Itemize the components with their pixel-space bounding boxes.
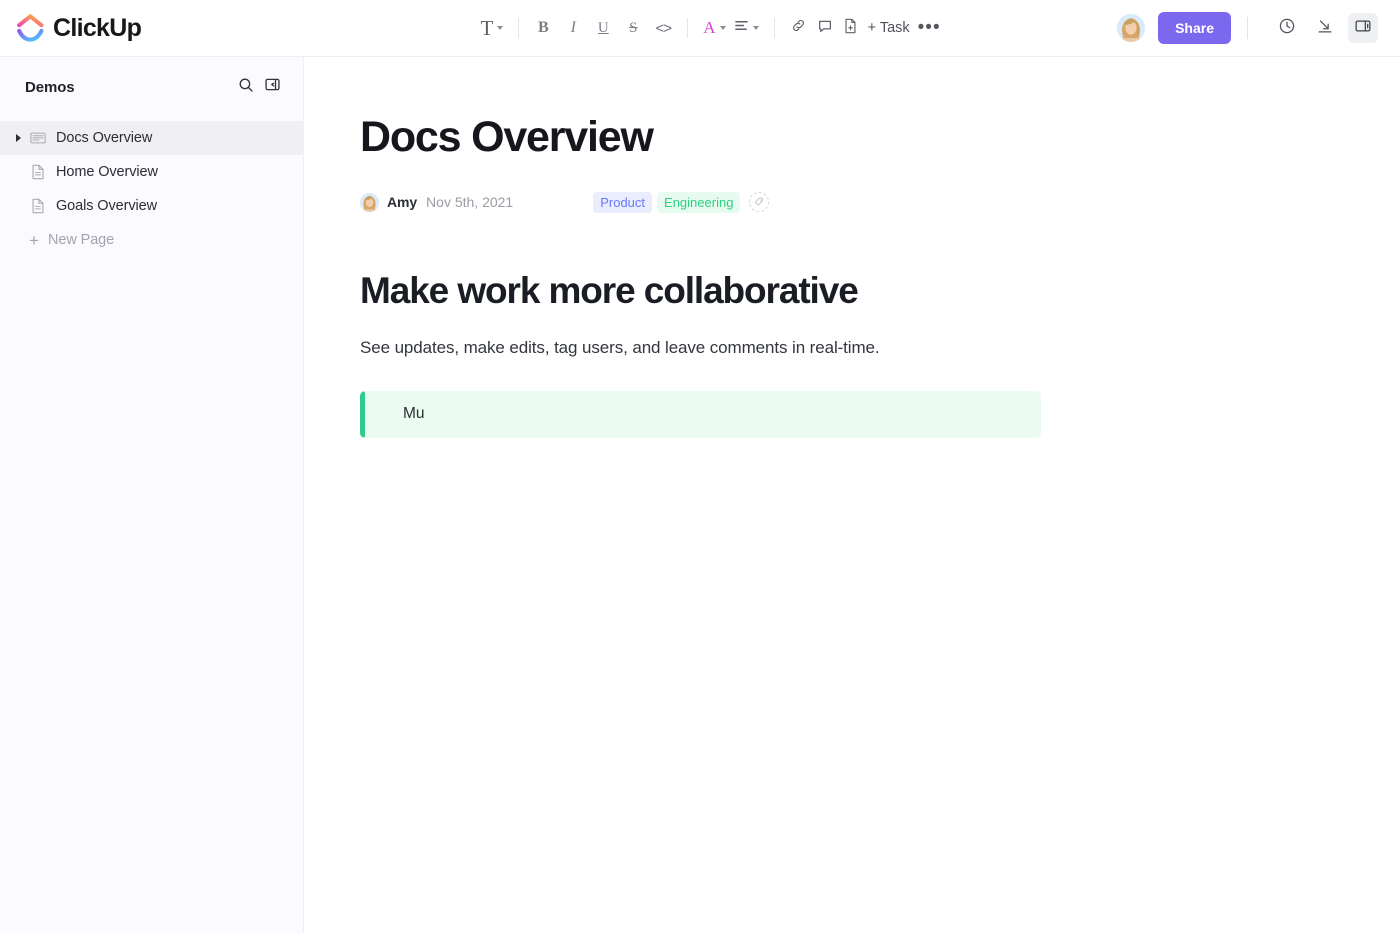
arrow-to-line-icon — [1316, 17, 1334, 40]
comment-icon — [817, 18, 833, 39]
right-panel-icon — [1354, 17, 1372, 40]
author-name[interactable]: Amy — [387, 194, 417, 210]
sidebar-page-list: Docs Overview Home Overview Goals Overvi… — [0, 121, 303, 257]
sidebar-item-label: Goals Overview — [56, 198, 157, 214]
code-button[interactable]: <> — [650, 13, 676, 43]
history-button[interactable] — [1272, 13, 1302, 43]
body-paragraph[interactable]: See updates, make edits, tag users, and … — [360, 338, 1400, 358]
page-title[interactable]: Docs Overview — [360, 113, 1400, 161]
text-style-icon: T — [480, 15, 494, 40]
italic-icon: I — [570, 19, 576, 36]
callout-accent-bar — [360, 390, 365, 438]
sidebar-item-docs-overview[interactable]: Docs Overview — [0, 121, 303, 155]
plus-icon: + — [29, 230, 39, 250]
sidebar-item-label: Home Overview — [56, 164, 158, 180]
tag-product[interactable]: Product — [593, 191, 653, 213]
align-button[interactable] — [730, 13, 763, 43]
underline-button[interactable]: U — [590, 13, 616, 43]
toggle-right-panel-button[interactable] — [1348, 13, 1378, 43]
sidebar-search-button[interactable] — [233, 74, 259, 100]
document-content: Docs Overview Amy Nov 5th, 2021 Product … — [304, 57, 1400, 438]
chevron-down-icon — [497, 26, 504, 30]
collapse-panel-icon — [264, 76, 281, 98]
toolbar-divider — [1247, 17, 1248, 39]
search-icon — [238, 77, 254, 98]
tag-engineering[interactable]: Engineering — [657, 191, 741, 213]
comment-button[interactable] — [812, 13, 838, 43]
more-options-button[interactable]: ••• — [914, 13, 945, 43]
doc-lines-icon — [26, 131, 50, 145]
font-color-button[interactable]: A — [699, 13, 729, 43]
document-meta: Amy Nov 5th, 2021 Product Engineering — [360, 190, 1400, 214]
callout-block[interactable]: Mu — [360, 390, 1041, 438]
text-format-group: B I U S <> — [530, 13, 676, 43]
font-color-icon: A — [703, 18, 716, 37]
chevron-down-icon — [719, 26, 726, 30]
sidebar-new-page-button[interactable]: + New Page — [0, 223, 303, 257]
toolbar-divider — [773, 18, 775, 38]
page-add-icon — [843, 18, 858, 39]
section-heading[interactable]: Make work more collaborative — [360, 270, 1400, 313]
bold-icon: B — [537, 19, 549, 36]
document-area: Docs Overview Amy Nov 5th, 2021 Product … — [304, 57, 1400, 933]
avatar[interactable] — [1117, 14, 1146, 42]
top-right-cluster: Share — [1117, 0, 1400, 56]
page-icon — [26, 198, 50, 214]
strikethrough-icon: S — [629, 19, 638, 36]
sidebar-title: Demos — [25, 78, 75, 96]
insert-link-button[interactable] — [786, 13, 812, 43]
sidebar-item-goals-overview[interactable]: Goals Overview — [0, 189, 303, 223]
sidebar-header: Demos — [0, 57, 303, 117]
add-task-button[interactable]: + Task — [864, 13, 914, 43]
brand-logo[interactable]: ClickUp — [0, 0, 304, 56]
document-date: Nov 5th, 2021 — [426, 194, 514, 211]
author-avatar[interactable] — [360, 192, 379, 212]
top-bar: ClickUp T B I U S <> A + Task ••• Share — [0, 0, 1400, 57]
sidebar: Demos Docs Overview Home Overview Goals … — [0, 57, 304, 933]
toolbar-divider — [518, 18, 520, 38]
strikethrough-button[interactable]: S — [620, 13, 646, 43]
chevron-down-icon — [752, 26, 759, 30]
underline-icon: U — [597, 19, 609, 36]
clock-icon — [1278, 17, 1296, 40]
code-icon: <> — [655, 19, 673, 37]
toolbar-divider — [687, 18, 689, 38]
collapse-button[interactable] — [1310, 13, 1340, 43]
sidebar-item-label: Docs Overview — [56, 130, 153, 146]
sidebar-collapse-button[interactable] — [259, 74, 285, 100]
italic-button[interactable]: I — [560, 13, 586, 43]
page-icon — [26, 164, 50, 180]
add-task-label: + Task — [867, 20, 910, 36]
link-icon — [790, 17, 807, 39]
text-style-button[interactable]: T — [476, 13, 507, 43]
bold-button[interactable]: B — [530, 13, 556, 43]
brand-name: ClickUp — [53, 13, 142, 42]
sidebar-item-home-overview[interactable]: Home Overview — [0, 155, 303, 189]
formatting-toolbar: T B I U S <> A + Task ••• — [304, 0, 1117, 56]
clickup-logo-icon — [17, 14, 44, 42]
share-button[interactable]: Share — [1158, 12, 1231, 44]
expand-triangle-icon[interactable] — [10, 134, 26, 142]
align-left-icon — [734, 18, 749, 38]
sidebar-new-page-label: New Page — [48, 232, 115, 248]
callout-text[interactable]: Mu — [403, 405, 425, 423]
ellipsis-icon: ••• — [917, 17, 941, 39]
insert-page-button[interactable] — [838, 13, 864, 43]
tag-add-icon[interactable] — [749, 192, 770, 213]
tag-list: Product Engineering — [593, 191, 770, 213]
